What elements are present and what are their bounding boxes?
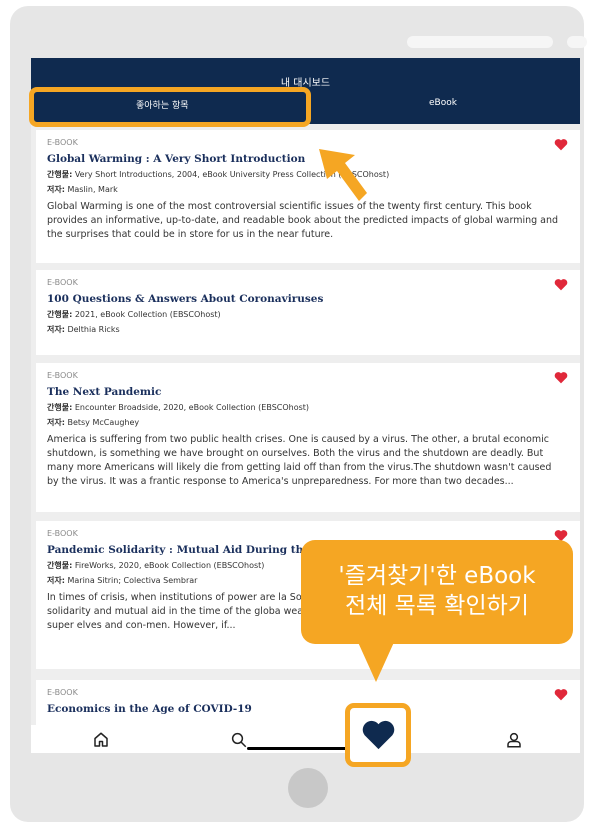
item-publication: 간행물: Encounter Broadside, 2020, eBook Co…: [47, 402, 580, 413]
author-value: Delthia Ricks: [67, 325, 120, 334]
item-publication: 간행물: 2021, eBook Collection (EBSCOhost): [47, 309, 580, 320]
list-item[interactable]: E-BOOK Economics in the Age of COVID-19: [36, 680, 580, 725]
callout-line-2: 전체 목록 확인하기: [345, 593, 529, 619]
publication-label: 간행물:: [47, 403, 73, 412]
item-title[interactable]: The Next Pandemic: [47, 386, 580, 398]
item-publication: 간행물: Very Short Introductions, 2004, eBo…: [47, 169, 580, 180]
item-description: Global Warming is one of the most contro…: [47, 201, 559, 240]
item-title[interactable]: Economics in the Age of COVID-19: [47, 703, 580, 715]
item-type: E-BOOK: [47, 278, 78, 287]
item-type: E-BOOK: [47, 138, 78, 147]
callout-line-1: '즐겨찾기'한 eBook: [338, 563, 536, 589]
heart-icon[interactable]: [554, 371, 568, 384]
author-value: Maslin, Mark: [67, 185, 118, 194]
home-icon[interactable]: [92, 731, 110, 749]
tab-ebook[interactable]: eBook: [429, 98, 457, 108]
item-author: 저자: Betsy McCaughey: [47, 417, 580, 428]
favorites-tab-highlight: [29, 87, 311, 127]
item-description: America is suffering from two public hea…: [47, 434, 552, 487]
status-bar-dot: [567, 36, 587, 48]
heart-icon[interactable]: [361, 718, 396, 751]
publication-label: 간행물:: [47, 170, 73, 179]
list-item[interactable]: E-BOOK The Next Pandemic 간행물: Encounter …: [36, 363, 580, 512]
item-type: E-BOOK: [47, 688, 78, 697]
callout-bubble: '즐겨찾기'한 eBook 전체 목록 확인하기: [301, 540, 573, 644]
search-icon[interactable]: [230, 731, 248, 749]
device-home-button[interactable]: [288, 768, 328, 808]
heart-icon[interactable]: [554, 138, 568, 151]
callout-tail: [357, 640, 395, 682]
heart-icon[interactable]: [554, 688, 568, 701]
author-label: 저자:: [47, 185, 65, 194]
publication-label: 간행물:: [47, 310, 73, 319]
item-type: E-BOOK: [47, 371, 78, 380]
list-item[interactable]: E-BOOK 100 Questions & Answers About Cor…: [36, 270, 580, 355]
author-label: 저자:: [47, 576, 65, 585]
item-type: E-BOOK: [47, 529, 78, 538]
item-title[interactable]: Global Warming : A Very Short Introducti…: [47, 153, 580, 165]
item-title[interactable]: 100 Questions & Answers About Coronaviru…: [47, 293, 580, 305]
list-item[interactable]: E-BOOK Global Warming : A Very Short Int…: [36, 130, 580, 263]
item-author: 저자: Maslin, Mark: [47, 184, 580, 195]
heart-icon[interactable]: [554, 278, 568, 291]
favorites-nav-highlight[interactable]: [345, 703, 411, 767]
publication-value: FireWorks, 2020, eBook Collection (EBSCO…: [74, 561, 265, 570]
publication-value: Encounter Broadside, 2020, eBook Collect…: [74, 403, 310, 412]
author-value: Marina Sitrin; Colectiva Sembrar: [67, 576, 198, 585]
item-author: 저자: Delthia Ricks: [47, 324, 580, 335]
author-label: 저자:: [47, 325, 65, 334]
author-value: Betsy McCaughey: [67, 418, 140, 427]
publication-label: 간행물:: [47, 561, 73, 570]
profile-icon[interactable]: [505, 731, 523, 749]
bottom-nav: [31, 725, 580, 753]
publication-value: 2021, eBook Collection (EBSCOhost): [74, 310, 221, 319]
arrow-icon: [319, 149, 367, 201]
author-label: 저자:: [47, 418, 65, 427]
status-bar-pill: [407, 36, 553, 48]
